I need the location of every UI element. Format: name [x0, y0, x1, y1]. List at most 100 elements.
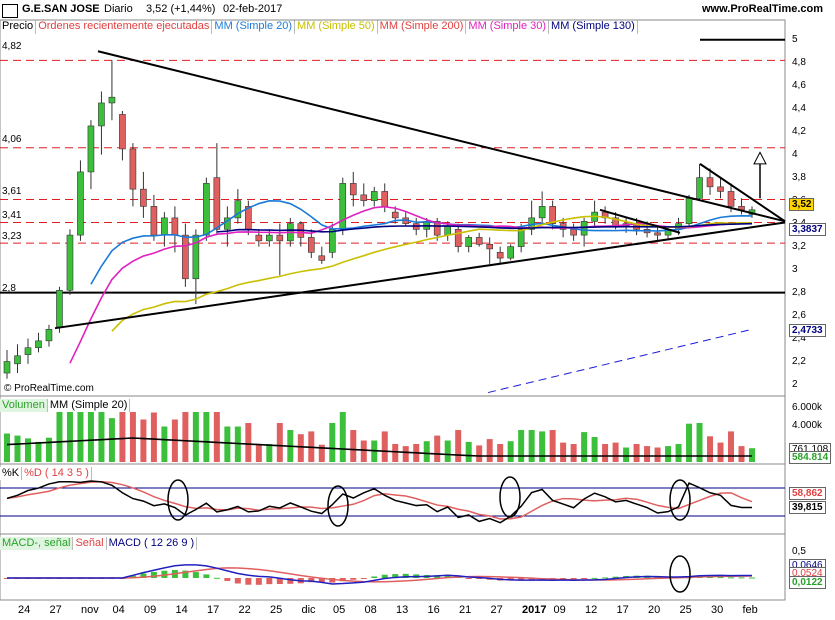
projection-line — [487, 328, 753, 394]
candle — [318, 255, 326, 261]
macd-histogram-bar — [570, 578, 577, 579]
candle — [339, 183, 347, 230]
candle — [727, 191, 735, 207]
candle — [150, 206, 158, 236]
candle — [307, 237, 315, 253]
time-axis-tick: 20 — [648, 604, 661, 616]
volume-bar — [602, 444, 609, 462]
candle — [171, 217, 179, 236]
candle — [56, 289, 63, 328]
stoch-d-tag: 58,862 — [789, 487, 826, 500]
volume-bar — [654, 447, 661, 462]
macd-histogram-bar — [728, 577, 735, 579]
volume-bar — [591, 437, 598, 462]
volume-bar — [276, 423, 283, 462]
arrow-head-icon — [753, 151, 767, 165]
chart-canvas[interactable] — [0, 0, 835, 620]
level-label-323: 3,23 — [2, 231, 22, 242]
candle — [87, 125, 95, 173]
copyright: © ProRealTime.com — [4, 383, 94, 394]
volume-bar — [119, 412, 126, 462]
volume-bar — [87, 412, 94, 462]
candle — [706, 177, 714, 188]
volume-axis-top: 6.000k — [792, 402, 823, 413]
macd-histogram-bar — [581, 578, 588, 579]
legend-signal[interactable]: Señal — [73, 537, 107, 550]
stoch-k-tag: 39,815 — [789, 501, 826, 514]
candle — [129, 148, 137, 190]
candle — [328, 229, 336, 253]
candle — [213, 177, 221, 230]
price-axis-tick: 4,8 — [792, 56, 806, 68]
candle — [77, 171, 84, 236]
time-axis-tick: feb — [742, 604, 758, 616]
candle — [276, 234, 284, 242]
volume-bar — [465, 441, 472, 462]
macd-histogram-bar — [245, 578, 252, 585]
time-axis-tick: 14 — [175, 604, 188, 616]
price-axis-tick: 2,2 — [792, 355, 806, 367]
highlight-ellipse — [167, 479, 189, 521]
legend-k[interactable]: %K — [0, 467, 23, 480]
time-axis-tick: 13 — [396, 604, 409, 616]
macd-histogram-bar — [602, 577, 609, 579]
highlight-ellipse — [669, 479, 691, 521]
legend-volume[interactable]: Volumen — [0, 399, 48, 412]
volume-axis-mid: 4.000k — [792, 420, 823, 431]
stoch-d-line — [6, 481, 753, 520]
volume-bar — [675, 444, 682, 462]
candle — [391, 211, 399, 219]
time-axis-tick: 25 — [270, 604, 283, 616]
level-label-341: 3,41 — [2, 210, 22, 221]
volume-bar — [161, 426, 168, 462]
downtrend-line — [97, 50, 786, 223]
last-price-tag: 3,52 — [789, 198, 815, 211]
candle — [580, 221, 588, 236]
macd-histogram-bar — [360, 578, 367, 579]
price-axis-tick: 4,6 — [792, 79, 806, 91]
legend-macd-minus[interactable]: MACD-, señal — [0, 537, 74, 550]
volume-bar — [192, 412, 199, 462]
legend-volume-ma[interactable]: MM (Simple 20) — [47, 399, 131, 412]
time-axis-tick: 30 — [711, 604, 724, 616]
time-axis-tick: 04 — [112, 604, 125, 616]
volume-bar — [434, 435, 441, 462]
candle — [685, 198, 693, 224]
volume-bar — [392, 444, 399, 462]
macd-histogram-bar — [213, 577, 220, 579]
price-axis-tick: 4,2 — [792, 125, 806, 137]
volume-bar — [518, 430, 525, 462]
macd-histogram-bar — [203, 574, 210, 578]
volume-bar — [77, 412, 84, 462]
volume-bar — [738, 446, 745, 462]
volume-bar — [4, 433, 10, 462]
candle — [717, 186, 724, 192]
price-axis-tick: 3 — [792, 263, 798, 275]
candle — [370, 191, 378, 201]
macd-histogram-bar — [738, 577, 745, 579]
wedge-line — [599, 208, 681, 234]
legend-d[interactable]: %D ( 14 3 5 ) — [22, 467, 92, 480]
volume-last-tag: 584.814 — [789, 451, 832, 464]
macd-histogram-bar — [224, 578, 231, 581]
macd-histogram-bar — [717, 577, 724, 579]
macd-histogram-bar — [266, 578, 273, 585]
time-axis-tick: 27 — [49, 604, 62, 616]
volume-bar — [486, 439, 493, 462]
candle — [108, 96, 116, 104]
volume-bar — [24, 438, 31, 462]
level-label-28: 2,8 — [2, 283, 16, 294]
time-axis-tick: 05 — [333, 604, 346, 616]
volume-legend: Volumen MM (Simple 20) — [0, 399, 131, 412]
candle — [696, 177, 703, 199]
volume-bar — [14, 435, 21, 462]
volume-bar — [507, 441, 514, 462]
time-axis-tick: dic — [301, 604, 316, 616]
volume-bar — [749, 448, 755, 462]
macd-histogram-bar — [591, 577, 598, 579]
time-axis-tick: 25 — [679, 604, 692, 616]
candle — [14, 355, 21, 365]
candle — [507, 246, 514, 259]
candle — [570, 229, 577, 236]
legend-macd[interactable]: MACD ( 12 26 9 ) — [106, 537, 198, 550]
